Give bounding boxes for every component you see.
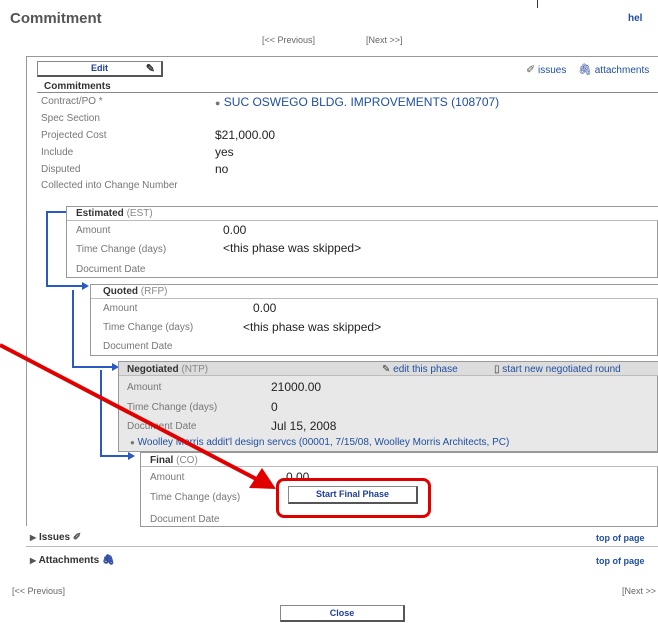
- close-button[interactable]: Close: [280, 605, 405, 622]
- issues-section-label: Issues: [38, 532, 71, 543]
- attachments-section-toggle[interactable]: ▶ Attachments 🖇: [30, 555, 115, 566]
- triangle-right-icon: ▶: [30, 533, 37, 542]
- attachments-section-label: Attachments: [38, 555, 100, 566]
- top-of-page-link-1[interactable]: top of page: [596, 533, 645, 543]
- next-link-bottom[interactable]: [Next >>: [622, 586, 656, 596]
- issues-section-toggle[interactable]: ▶ Issues ✐: [30, 532, 81, 543]
- annotation-arrow: [0, 343, 276, 489]
- previous-link-bottom[interactable]: [<< Previous]: [12, 586, 65, 596]
- paperclip-icon: 🖇: [101, 555, 115, 566]
- triangle-right-icon: ▶: [30, 556, 37, 565]
- top-of-page-link-2[interactable]: top of page: [596, 556, 645, 566]
- issues-icon: ✐: [72, 532, 82, 543]
